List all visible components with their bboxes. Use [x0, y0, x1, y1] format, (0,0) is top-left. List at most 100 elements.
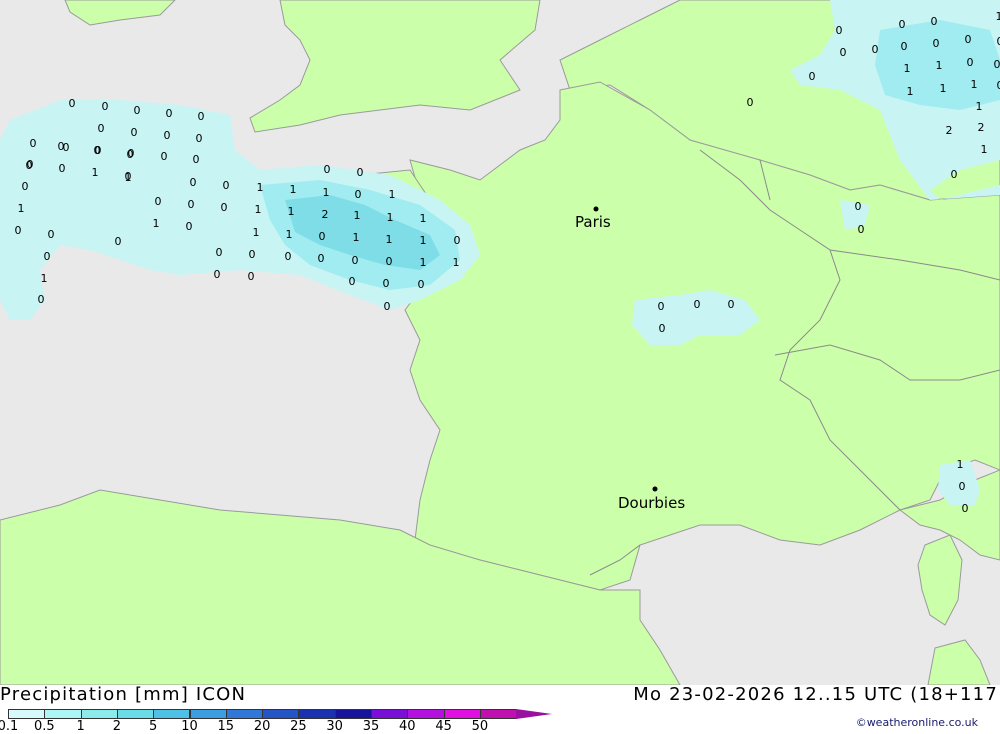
- map-title: Precipitation [mm] ICON: [0, 684, 246, 705]
- precip-value: 0: [15, 224, 22, 237]
- precip-value: 0: [98, 122, 105, 135]
- precip-value: 2: [946, 124, 953, 137]
- legend-label: 10: [181, 719, 198, 734]
- legend-label: 40: [399, 719, 416, 734]
- precip-value: 0: [44, 250, 51, 263]
- legend-label: 35: [363, 719, 380, 734]
- precip-value: 1: [153, 217, 160, 230]
- precip-value: 0: [285, 250, 292, 263]
- precip-value: 1: [323, 186, 330, 199]
- precip-value: 0: [357, 166, 364, 179]
- precip-value: 1: [125, 171, 132, 184]
- precip-value: 0: [48, 228, 55, 241]
- legend-swatch: [190, 709, 227, 719]
- precip-value: 1: [41, 272, 48, 285]
- precip-value: 1: [957, 458, 964, 471]
- precip-value: 0: [352, 254, 359, 267]
- city-marker: [653, 487, 658, 492]
- precip-value: 0: [324, 163, 331, 176]
- precip-value: 0: [658, 300, 665, 313]
- precip-value: 0: [221, 201, 228, 214]
- legend-label: 50: [472, 719, 489, 734]
- precip-value: 1: [981, 143, 988, 156]
- precip-value: 0: [198, 110, 205, 123]
- precip-value: 0: [659, 322, 666, 335]
- precip-value: 0: [694, 298, 701, 311]
- precip-value: 0: [166, 107, 173, 120]
- precip-value: 1: [253, 226, 260, 239]
- land-corsica: [918, 535, 962, 625]
- precip-value: 1: [420, 212, 427, 225]
- precip-value: 0: [319, 230, 326, 243]
- precip-value: 0: [728, 298, 735, 311]
- credit-link[interactable]: ©weatheronline.co.uk: [856, 716, 978, 729]
- legend-swatch: [480, 709, 517, 719]
- legend-swatch: [298, 709, 335, 719]
- precip-value: 0: [155, 195, 162, 208]
- precip-value: 1: [290, 183, 297, 196]
- legend-swatch: [371, 709, 408, 719]
- land-ireland: [65, 0, 175, 25]
- precip-value: 1: [286, 228, 293, 241]
- precip-value: 0: [318, 252, 325, 265]
- precip-value: 0: [127, 148, 134, 161]
- precip-value: 0: [58, 140, 65, 153]
- precip-value: 1: [936, 59, 943, 72]
- legend-arrow: [516, 709, 552, 719]
- precip-value: 1: [255, 203, 262, 216]
- precip-value: 1: [18, 202, 25, 215]
- precip-value: 0: [386, 255, 393, 268]
- footer-panel: Precipitation [mm] ICON Mo 23-02-2026 12…: [0, 685, 1000, 733]
- map-timestamp: Mo 23-02-2026 12..15 UTC (18+117: [633, 684, 998, 705]
- legend-label: 0.1: [0, 719, 18, 734]
- precip-value: 1: [420, 234, 427, 247]
- precip-value: 0: [196, 132, 203, 145]
- city-label-dourbies: Dourbies: [618, 494, 685, 512]
- precip-value: 0: [131, 126, 138, 139]
- precip-value: 1: [257, 181, 264, 194]
- precip-value: 1: [386, 233, 393, 246]
- precip-value: 1: [288, 205, 295, 218]
- precip-value: 1: [387, 211, 394, 224]
- precip-value: 0: [901, 40, 908, 53]
- legend-label: 5: [149, 719, 157, 734]
- precip-value: 1: [971, 78, 978, 91]
- precip-value: 0: [855, 200, 862, 213]
- precip-value: 1: [453, 256, 460, 269]
- precip-value: 2: [978, 121, 985, 134]
- precip-value: 0: [94, 144, 101, 157]
- legend-label: 0.5: [34, 719, 55, 734]
- precip-value: 1: [389, 188, 396, 201]
- precip-value: 0: [115, 235, 122, 248]
- legend-swatch: [117, 709, 154, 719]
- precip-value: 0: [872, 43, 879, 56]
- legend-label: 30: [326, 719, 343, 734]
- precip-value: 0: [349, 275, 356, 288]
- precip-value: 1: [904, 62, 911, 75]
- precip-value: 0: [997, 79, 1000, 92]
- precip-value: 0: [22, 180, 29, 193]
- legend-label: 15: [218, 719, 235, 734]
- legend-label: 25: [290, 719, 307, 734]
- precip-value: 0: [747, 96, 754, 109]
- legend-swatch: [8, 709, 45, 719]
- precip-value: 0: [962, 502, 969, 515]
- precip-value: 1: [353, 231, 360, 244]
- precip-value: 0: [899, 18, 906, 31]
- precip-value: 1: [907, 85, 914, 98]
- precip-value: 0: [384, 300, 391, 313]
- precip-value: 0: [214, 268, 221, 281]
- precip-value: 0: [418, 278, 425, 291]
- precip-value: 0: [38, 293, 45, 306]
- legend-label: 45: [435, 719, 452, 734]
- precip-value: 0: [355, 188, 362, 201]
- precip-value: 0: [161, 150, 168, 163]
- legend-label: 2: [113, 719, 121, 734]
- legend-swatch: [153, 709, 190, 719]
- precip-value: 0: [134, 104, 141, 117]
- precip-value: 0: [997, 35, 1000, 48]
- legend-swatch: [226, 709, 263, 719]
- precip-value: 0: [186, 220, 193, 233]
- precip-value: 0: [193, 153, 200, 166]
- precip-value: 0: [249, 248, 256, 261]
